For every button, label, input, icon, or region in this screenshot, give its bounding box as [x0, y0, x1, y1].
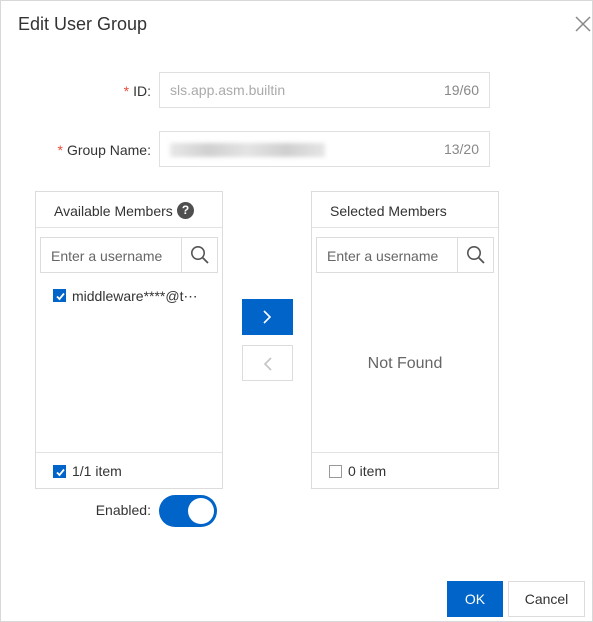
empty-state-text: Not Found: [367, 355, 443, 372]
selected-search-input[interactable]: Enter a username: [316, 237, 494, 273]
available-members-title: Available Members: [54, 203, 173, 219]
enabled-toggle[interactable]: [159, 495, 217, 527]
ok-button[interactable]: OK: [447, 581, 503, 617]
selected-members-panel: Selected Members Enter a username Not Fo…: [311, 191, 499, 489]
group-name-field[interactable]: 13/20: [159, 131, 490, 167]
move-left-button[interactable]: [242, 345, 293, 381]
required-mark: *: [123, 83, 130, 99]
search-placeholder: Enter a username: [51, 248, 163, 264]
search-placeholder: Enter a username: [327, 248, 439, 264]
select-all-checkbox[interactable]: [53, 465, 66, 478]
group-name-value: [170, 141, 325, 160]
close-icon[interactable]: [574, 15, 593, 35]
panel-footer: 1/1 item: [36, 452, 222, 488]
available-search-input[interactable]: Enter a username: [40, 237, 218, 273]
group-name-counter: 13/20: [443, 141, 479, 157]
member-label: middleware****@t⋯: [72, 288, 198, 304]
list-item[interactable]: middleware****@t⋯: [53, 288, 213, 305]
group-name-label: * Group Name:: [57, 142, 152, 158]
toggle-knob: [188, 498, 214, 524]
search-icon[interactable]: [457, 238, 493, 272]
enabled-label: Enabled:: [95, 502, 151, 518]
selected-members-title: Selected Members: [330, 203, 447, 219]
chevron-right-icon: [263, 310, 272, 324]
item-count: 0 item: [348, 463, 387, 479]
search-icon[interactable]: [181, 238, 217, 272]
id-label: * ID:: [123, 83, 151, 99]
panel-header: Available Members ?: [36, 192, 222, 228]
id-counter: 19/60: [443, 82, 479, 98]
checkbox-checked[interactable]: [53, 289, 66, 302]
select-all-checkbox[interactable]: [329, 465, 342, 478]
chevron-left-icon: [263, 357, 272, 371]
item-count: 1/1 item: [72, 463, 122, 479]
id-value: sls.app.asm.builtin: [170, 82, 286, 98]
panel-header: Selected Members: [312, 192, 498, 228]
panel-footer: 0 item: [312, 452, 498, 488]
move-right-button[interactable]: [242, 299, 293, 335]
help-icon[interactable]: ?: [177, 202, 194, 219]
cancel-button[interactable]: Cancel: [508, 581, 585, 617]
available-members-panel: Available Members ? Enter a username mid…: [35, 191, 223, 489]
id-field: sls.app.asm.builtin 19/60: [159, 72, 490, 108]
edit-user-group-dialog: Edit User Group * ID: sls.app.asm.builtin…: [0, 0, 593, 622]
required-mark: *: [57, 142, 63, 158]
dialog-title: Edit User Group: [18, 14, 148, 34]
